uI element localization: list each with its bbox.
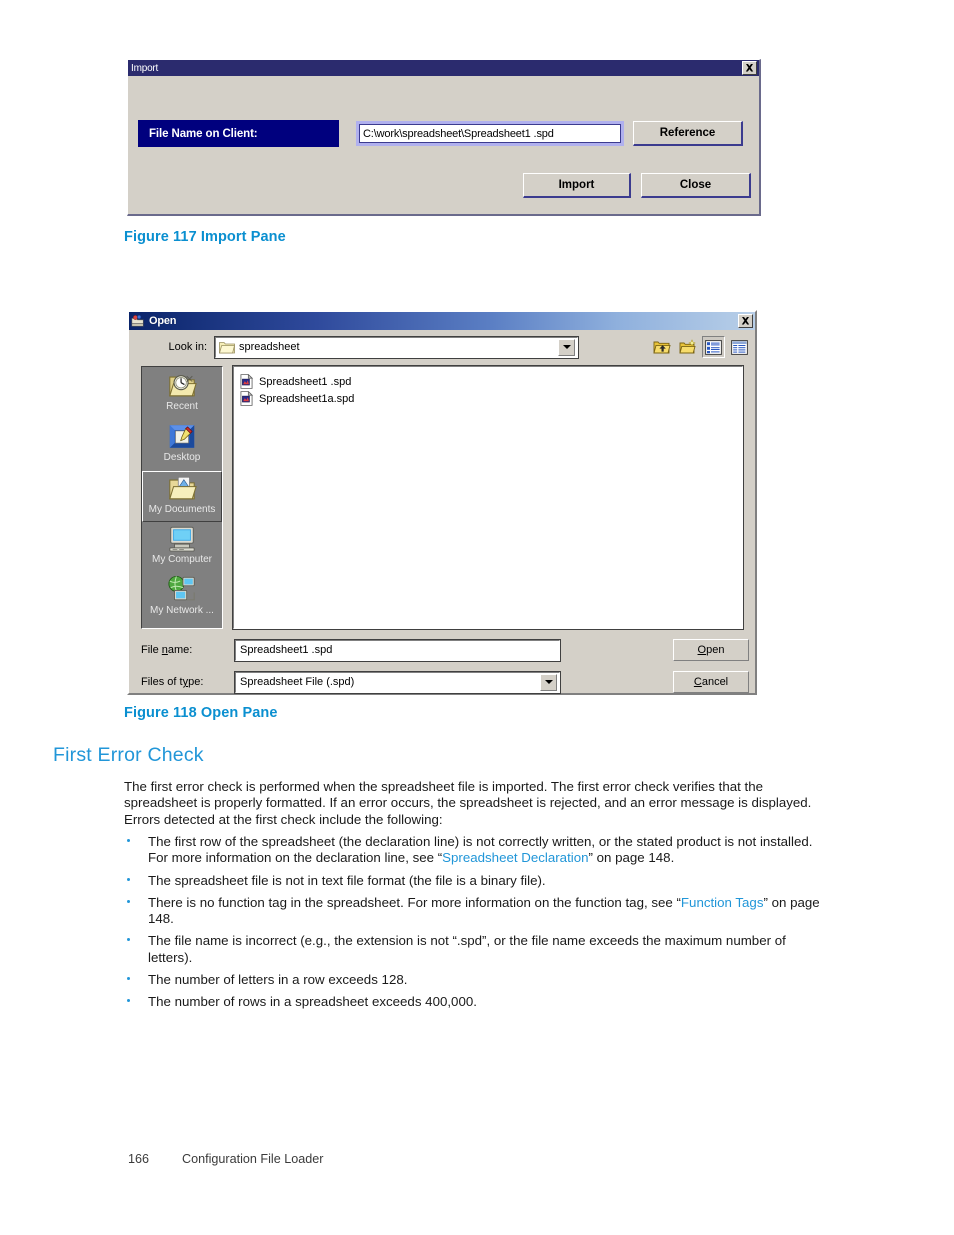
list-item[interactable]: Spreadsheet1a.spd bbox=[240, 390, 742, 407]
place-my-network[interactable]: My Network ... bbox=[142, 573, 222, 624]
open-button[interactable]: Open bbox=[673, 639, 749, 661]
import-button[interactable]: Import bbox=[523, 173, 631, 198]
intro-paragraph: The first error check is performed when … bbox=[124, 779, 812, 827]
cancel-button[interactable]: Cancel bbox=[673, 671, 749, 693]
chevron-down-icon[interactable] bbox=[558, 338, 575, 356]
close-icon[interactable] bbox=[742, 61, 757, 75]
bullet-dot-icon bbox=[127, 999, 130, 1003]
file-name-on-client-input-wrapper: C:\work\spreadsheet\Spreadsheet1 .spd bbox=[356, 121, 624, 146]
file-name-label-pre: File bbox=[141, 644, 162, 656]
details-view-icon[interactable] bbox=[728, 336, 751, 358]
page-number: 166 bbox=[128, 1152, 150, 1166]
spd-file-icon bbox=[240, 390, 254, 406]
figure-118-caption: Figure 118 Open Pane bbox=[124, 705, 278, 721]
import-dialog: Import File Name on Client: C:\work\spre… bbox=[127, 59, 761, 216]
cancel-button-label: ancel bbox=[701, 676, 729, 688]
open-dialog-titlebar: Open bbox=[129, 312, 755, 330]
file-name-input[interactable]: Spreadsheet1 .spd bbox=[234, 638, 561, 662]
file-name: Spreadsheet1a.spd bbox=[259, 392, 355, 405]
bullet-dot-icon bbox=[127, 899, 130, 903]
file-name: Spreadsheet1 .spd bbox=[259, 375, 352, 388]
bullet-dot-icon bbox=[127, 977, 130, 981]
bullet-dot-icon bbox=[127, 877, 130, 881]
import-dialog-title: Import bbox=[131, 62, 159, 74]
open-dialog: Open Look in: spreadsheet Recent Desktop… bbox=[127, 310, 757, 695]
list-item: The first row of the spreadsheet (the de… bbox=[124, 834, 824, 867]
places-bar: Recent Desktop My Documents My Computer … bbox=[141, 366, 223, 629]
cancel-button-mnemonic: C bbox=[693, 676, 702, 688]
file-name-on-client-input[interactable]: C:\work\spreadsheet\Spreadsheet1 .spd bbox=[359, 124, 621, 143]
file-name-on-client-label: File Name on Client: bbox=[138, 120, 339, 147]
page-footer: 166 Configuration File Loader bbox=[128, 1152, 323, 1166]
create-new-folder-icon[interactable] bbox=[676, 336, 699, 358]
up-one-level-icon[interactable] bbox=[650, 336, 673, 358]
footer-title: Configuration File Loader bbox=[182, 1152, 324, 1166]
page-title: First Error Check bbox=[53, 744, 204, 766]
place-label: Desktop bbox=[163, 452, 201, 463]
bullet-dot-icon bbox=[127, 839, 130, 842]
place-label: My Documents bbox=[148, 504, 216, 515]
place-my-documents[interactable]: My Documents bbox=[142, 471, 222, 522]
list-item[interactable]: Spreadsheet1 .spd bbox=[240, 373, 742, 390]
bullet-text-post: ” on page 148. bbox=[588, 850, 675, 866]
files-of-type-label: Files of type: bbox=[129, 676, 235, 688]
my-computer-icon bbox=[167, 524, 197, 553]
cross-reference-link[interactable]: Function Tags bbox=[681, 895, 764, 910]
close-icon[interactable] bbox=[738, 314, 753, 328]
file-name-row: File name: Spreadsheet1 .spd bbox=[129, 638, 751, 662]
list-view-icon[interactable] bbox=[702, 336, 725, 358]
recent-folder-icon bbox=[167, 371, 197, 400]
look-in-label: Look in: bbox=[129, 341, 215, 353]
cross-reference-link[interactable]: Spreadsheet Declaration bbox=[442, 850, 588, 865]
place-my-computer[interactable]: My Computer bbox=[142, 522, 222, 573]
place-desktop[interactable]: Desktop bbox=[142, 420, 222, 471]
open-button-label: pen bbox=[706, 644, 725, 656]
desktop-icon bbox=[167, 422, 197, 451]
place-label: My Computer bbox=[151, 554, 212, 565]
my-network-places-icon bbox=[167, 575, 197, 604]
open-button-mnemonic: O bbox=[697, 644, 707, 656]
place-recent[interactable]: Recent bbox=[142, 369, 222, 420]
reference-button[interactable]: Reference bbox=[633, 121, 743, 146]
bullet-text-pre: There is no function tag in the spreadsh… bbox=[148, 894, 681, 910]
file-name-label-post: ame: bbox=[167, 644, 193, 656]
place-label: My Network ... bbox=[150, 605, 214, 616]
bullet-text-pre: The file name is incorrect (e.g., the ex… bbox=[148, 933, 786, 965]
look-in-value: spreadsheet bbox=[239, 341, 300, 353]
open-dialog-toolbar bbox=[650, 336, 751, 358]
bullet-text-pre: The number of rows in a spreadsheet exce… bbox=[148, 994, 477, 1010]
open-folder-app-icon bbox=[131, 314, 145, 328]
import-dialog-body: File Name on Client: C:\work\spreadsheet… bbox=[128, 76, 759, 214]
my-documents-icon bbox=[167, 474, 197, 503]
list-item: The number of letters in a row exceeds 1… bbox=[124, 972, 824, 988]
files-of-type-value: Spreadsheet File (.spd) bbox=[240, 676, 355, 688]
files-of-type-label-post: pe: bbox=[188, 676, 204, 688]
list-item: There is no function tag in the spreadsh… bbox=[124, 895, 824, 928]
error-list: The first row of the spreadsheet (the de… bbox=[124, 834, 824, 1017]
file-name-label: File name: bbox=[129, 644, 235, 656]
files-of-type-row: Files of type: Spreadsheet File (.spd) bbox=[129, 670, 751, 694]
place-label: Recent bbox=[166, 401, 198, 412]
import-dialog-titlebar: Import bbox=[128, 60, 759, 76]
open-dialog-body: Look in: spreadsheet Recent Desktop My D… bbox=[129, 330, 755, 694]
chevron-down-icon[interactable] bbox=[540, 673, 557, 691]
look-in-label-text: Look in: bbox=[168, 341, 207, 353]
folder-icon bbox=[219, 341, 235, 354]
figure-117-caption: Figure 117 Import Pane bbox=[124, 229, 286, 245]
files-of-type-combobox[interactable]: Spreadsheet File (.spd) bbox=[234, 670, 561, 694]
open-dialog-title: Open bbox=[149, 315, 177, 327]
bullet-text-pre: The number of letters in a row exceeds 1… bbox=[148, 972, 408, 988]
look-in-combobox[interactable]: spreadsheet bbox=[214, 335, 579, 359]
list-item: The spreadsheet file is not in text file… bbox=[124, 873, 824, 889]
close-button[interactable]: Close bbox=[641, 173, 751, 198]
spd-file-icon bbox=[240, 373, 254, 389]
file-list[interactable]: Spreadsheet1 .spd Spreadsheet1a.spd bbox=[232, 365, 744, 630]
bullet-text-pre: The spreadsheet file is not in text file… bbox=[148, 872, 546, 888]
bullet-dot-icon bbox=[127, 938, 130, 942]
list-item: The file name is incorrect (e.g., the ex… bbox=[124, 933, 824, 966]
files-of-type-label-pre: Files of t bbox=[141, 676, 183, 688]
list-item: The number of rows in a spreadsheet exce… bbox=[124, 994, 824, 1010]
